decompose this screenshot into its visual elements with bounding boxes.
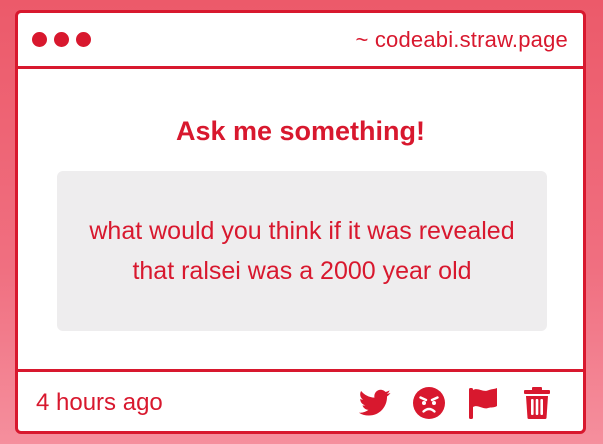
page-heading: Ask me something! [175,116,426,146]
react-angry-button[interactable] [411,385,447,421]
delete-button[interactable] [519,385,555,421]
window-dot [54,32,69,47]
ask-card: ~ codeabi.straw.page Ask me something! w… [15,10,586,434]
angry-face-icon [413,387,445,419]
report-button[interactable] [465,385,501,421]
window-dots [32,32,91,47]
action-bar [357,385,555,421]
card-footer: 4 hours ago [18,369,583,431]
question-box: what would you think if it was revealed … [57,171,547,331]
site-url[interactable]: ~ codeabi.straw.page [355,27,568,53]
question-text: what would you think if it was revealed … [89,217,515,285]
question-content: Ask me something! what would you think i… [18,72,583,369]
flag-icon [469,388,497,419]
window-titlebar: ~ codeabi.straw.page [18,13,583,69]
window-dot [76,32,91,47]
timestamp: 4 hours ago [36,389,163,416]
share-twitter-button[interactable] [357,385,393,421]
trash-icon [524,387,550,419]
twitter-icon [359,389,391,416]
window-dot [32,32,47,47]
